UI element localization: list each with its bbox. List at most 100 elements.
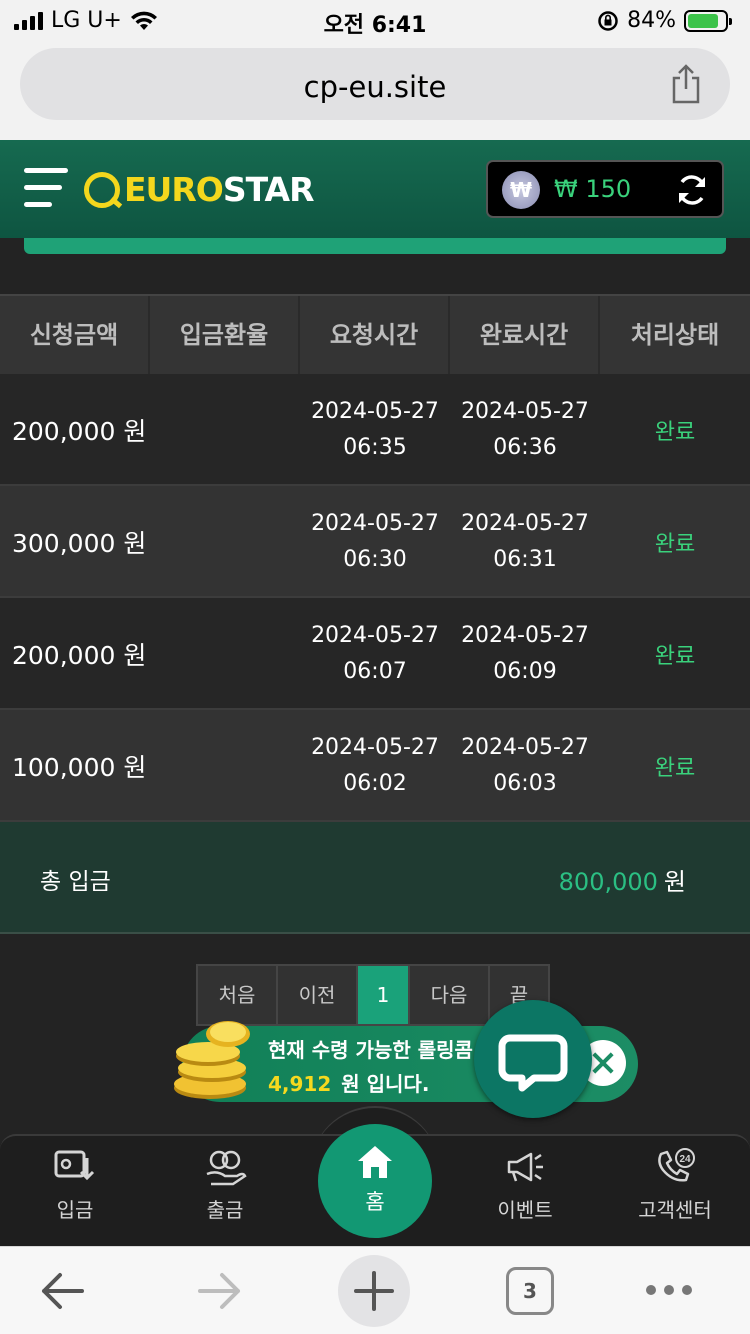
logo-text-euro: EURO bbox=[124, 170, 224, 209]
status-cell: 완료 bbox=[654, 644, 696, 669]
status-right: 84% bbox=[597, 8, 732, 33]
column-header: 신청금액 bbox=[0, 296, 150, 374]
forward-arrow-icon[interactable] bbox=[196, 1269, 244, 1313]
logo-text-star: STAR bbox=[222, 170, 315, 209]
tabs-button[interactable]: 3 bbox=[506, 1267, 554, 1315]
nav-support-label: 고객센터 bbox=[638, 1198, 712, 1222]
balance-display: ₩ ₩ 150 bbox=[486, 160, 724, 218]
more-icon[interactable] bbox=[646, 1285, 692, 1295]
page-first-button[interactable]: 처음 bbox=[196, 964, 276, 1026]
complete-date: 2024-05-27 bbox=[461, 735, 589, 760]
request-time-cell: 2024-05-27 06:35 bbox=[300, 394, 450, 466]
complete-date: 2024-05-27 bbox=[461, 623, 589, 648]
complete-time-cell: 2024-05-27 06:09 bbox=[450, 618, 600, 690]
table-row: 300,000 원 2024-05-27 06:30 2024-05-27 06… bbox=[0, 486, 750, 598]
amount-cell: 300,000 원 bbox=[12, 529, 147, 558]
request-time-cell: 2024-05-27 06:30 bbox=[300, 506, 450, 578]
support-24-icon: 24 bbox=[658, 1148, 695, 1182]
complete-time: 06:36 bbox=[493, 435, 557, 460]
nav-event[interactable]: 이벤트 bbox=[450, 1148, 600, 1223]
request-time-cell: 2024-05-27 06:02 bbox=[300, 730, 450, 802]
home-icon bbox=[358, 1146, 392, 1178]
plus-icon bbox=[354, 1271, 394, 1311]
rolling-banner-amount-line: 4,912 원 입니다. bbox=[268, 1068, 429, 1097]
table-row: 200,000 원 2024-05-27 06:35 2024-05-27 06… bbox=[0, 374, 750, 486]
complete-date: 2024-05-27 bbox=[461, 399, 589, 424]
site-header: EURO STAR ₩ ₩ 150 bbox=[0, 140, 750, 238]
rolling-suffix: 원 입니다. bbox=[341, 1072, 430, 1096]
table-header: 신청금액 입금환율 요청시간 완료시간 처리상태 bbox=[0, 294, 750, 374]
request-time-cell: 2024-05-27 06:07 bbox=[300, 618, 450, 690]
complete-time-cell: 2024-05-27 06:36 bbox=[450, 394, 600, 466]
column-header: 완료시간 bbox=[450, 296, 600, 374]
gold-coins-icon bbox=[174, 1021, 250, 1099]
complete-time: 06:09 bbox=[493, 659, 557, 684]
won-coin-icon: ₩ bbox=[502, 171, 540, 209]
total-amount: 800,000 bbox=[558, 868, 658, 896]
column-header: 요청시간 bbox=[300, 296, 450, 374]
chat-button[interactable] bbox=[474, 1000, 592, 1118]
orientation-lock-icon bbox=[598, 10, 618, 31]
green-banner-strip bbox=[24, 238, 726, 254]
request-date: 2024-05-27 bbox=[311, 735, 439, 760]
browser-toolbar: 3 bbox=[0, 1246, 750, 1334]
nav-deposit-label: 입금 bbox=[56, 1198, 94, 1222]
column-header: 처리상태 bbox=[630, 321, 720, 349]
total-value: 800,000 원 bbox=[559, 862, 686, 897]
table-row: 200,000 원 2024-05-27 06:07 2024-05-27 06… bbox=[0, 598, 750, 710]
site-logo[interactable]: EURO STAR bbox=[84, 170, 315, 209]
total-unit: 원 bbox=[663, 868, 686, 896]
complete-time-cell: 2024-05-27 06:03 bbox=[450, 730, 600, 802]
deposit-icon bbox=[54, 1150, 95, 1181]
total-label: 총 입금 bbox=[40, 869, 111, 895]
battery-percent: 84% bbox=[627, 8, 676, 33]
amount-cell: 200,000 원 bbox=[12, 641, 147, 670]
back-arrow-icon[interactable] bbox=[38, 1269, 86, 1313]
nav-support[interactable]: 24 고객센터 bbox=[600, 1148, 750, 1223]
home-label: 홈 bbox=[365, 1190, 385, 1214]
request-time: 06:07 bbox=[343, 659, 407, 684]
browser-url-area: cp-eu.site bbox=[0, 40, 750, 140]
column-header: 입금환율 bbox=[150, 296, 300, 374]
balance-amount: ₩ 150 bbox=[554, 175, 632, 203]
request-date: 2024-05-27 bbox=[311, 623, 439, 648]
status-cell: 완료 bbox=[654, 532, 696, 557]
complete-time-cell: 2024-05-27 06:31 bbox=[450, 506, 600, 578]
request-time: 06:30 bbox=[343, 547, 407, 572]
status-cell: 완료 bbox=[654, 420, 696, 445]
request-time: 06:02 bbox=[343, 771, 407, 796]
nav-event-label: 이벤트 bbox=[497, 1198, 553, 1222]
chat-bubble-icon bbox=[498, 1034, 568, 1092]
total-deposit-row: 총 입금 800,000 원 bbox=[0, 822, 750, 934]
nav-withdraw-label: 출금 bbox=[206, 1198, 244, 1222]
complete-time: 06:03 bbox=[493, 771, 557, 796]
complete-time: 06:31 bbox=[493, 547, 557, 572]
megaphone-icon bbox=[507, 1152, 543, 1182]
status-bar: LG U+ 오전 6:41 84% bbox=[0, 0, 750, 40]
url-text[interactable]: cp-eu.site bbox=[20, 70, 730, 104]
request-time: 06:35 bbox=[343, 435, 407, 460]
url-bar[interactable]: cp-eu.site bbox=[20, 48, 730, 120]
support-badge-text: 24 bbox=[679, 1154, 691, 1165]
share-icon[interactable] bbox=[668, 62, 704, 106]
page-prev-button[interactable]: 이전 bbox=[276, 964, 356, 1026]
rolling-amount: 4,912 bbox=[268, 1072, 332, 1096]
home-button[interactable]: 홈 bbox=[318, 1124, 432, 1238]
amount-cell: 200,000 원 bbox=[12, 417, 147, 446]
menu-icon[interactable] bbox=[24, 168, 70, 212]
battery-icon bbox=[684, 9, 732, 32]
withdraw-icon bbox=[206, 1150, 247, 1186]
request-date: 2024-05-27 bbox=[311, 399, 439, 424]
request-date: 2024-05-27 bbox=[311, 511, 439, 536]
table-row: 100,000 원 2024-05-27 06:02 2024-05-27 06… bbox=[0, 710, 750, 822]
amount-cell: 100,000 원 bbox=[12, 753, 147, 782]
complete-date: 2024-05-27 bbox=[461, 511, 589, 536]
logo-mark-icon bbox=[84, 171, 120, 208]
page-current-button[interactable]: 1 bbox=[356, 964, 408, 1026]
refresh-icon[interactable] bbox=[674, 172, 710, 208]
nav-deposit[interactable]: 입금 bbox=[0, 1148, 150, 1223]
nav-withdraw[interactable]: 출금 bbox=[150, 1148, 300, 1223]
rolling-banner-text: 현재 수령 가능한 롤링콤 bbox=[268, 1038, 473, 1062]
new-tab-button[interactable] bbox=[338, 1255, 410, 1327]
status-cell: 완료 bbox=[654, 756, 696, 781]
